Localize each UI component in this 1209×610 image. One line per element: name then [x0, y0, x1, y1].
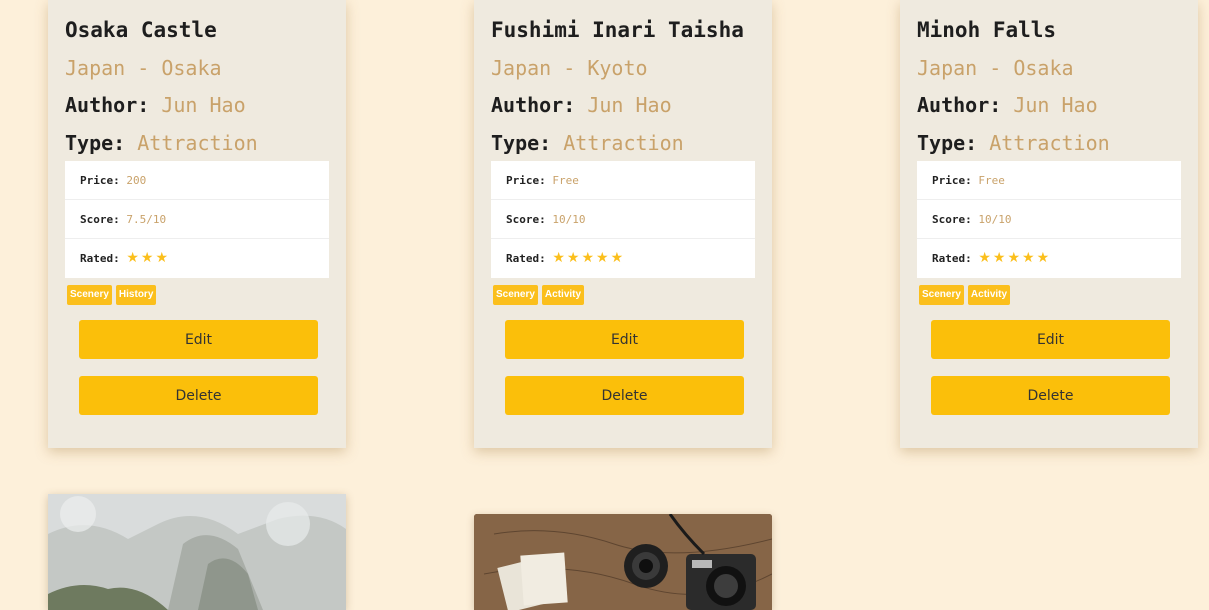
- price-label: Price:: [506, 174, 546, 187]
- star-rating-icon: ★★★: [126, 250, 171, 266]
- star-rating-icon: ★★★★★: [552, 250, 626, 266]
- tag-badge: Scenery: [67, 285, 112, 305]
- camera-map-image: [474, 514, 772, 610]
- card-info-list: Price: 200 Score: 7.5/10 Rated: ★★★: [65, 161, 329, 278]
- score-row: Score: 7.5/10: [65, 200, 329, 239]
- card-author: Author: Jun Hao: [65, 93, 246, 117]
- author-label: Author:: [491, 93, 576, 117]
- rated-label: Rated:: [506, 252, 546, 265]
- edit-button[interactable]: Edit: [931, 320, 1170, 359]
- tag-badge: History: [115, 285, 157, 305]
- score-label: Score:: [80, 213, 120, 226]
- score-value: 10/10: [978, 213, 1012, 226]
- type-label: Type:: [491, 131, 552, 155]
- edit-button[interactable]: Edit: [505, 320, 744, 359]
- attraction-photo-snowy-rocks[interactable]: [48, 494, 346, 610]
- tag-badge: Scenery: [493, 285, 538, 305]
- score-row: Score: 10/10: [917, 200, 1181, 239]
- card-author: Author: Jun Hao: [917, 93, 1098, 117]
- tag-list: Scenery Activity: [919, 285, 1011, 305]
- author-value: Jun Hao: [587, 93, 672, 117]
- type-value: Attraction: [563, 131, 684, 155]
- star-rating-icon: ★★★★★: [978, 250, 1052, 266]
- tag-list: Scenery Activity: [493, 285, 585, 305]
- card-location: Japan - Osaka: [917, 56, 1074, 80]
- card-title: Osaka Castle: [65, 18, 217, 42]
- edit-button[interactable]: Edit: [79, 320, 318, 359]
- type-label: Type:: [917, 131, 978, 155]
- snowy-rocks-image: [48, 494, 346, 610]
- price-value: Free: [978, 174, 1005, 187]
- price-row: Price: Free: [491, 161, 755, 200]
- rated-row: Rated: ★★★★★: [491, 239, 755, 278]
- tag-list: Scenery History: [67, 285, 157, 305]
- attraction-card-minoh-falls: Minoh Falls Japan - Osaka Author: Jun Ha…: [900, 0, 1198, 448]
- rated-label: Rated:: [932, 252, 972, 265]
- card-title: Fushimi Inari Taisha: [491, 18, 744, 42]
- delete-button[interactable]: Delete: [505, 376, 744, 415]
- price-label: Price:: [932, 174, 972, 187]
- attraction-card-fushimi-inari: Fushimi Inari Taisha Japan - Kyoto Autho…: [474, 0, 772, 448]
- attraction-photo-camera-map[interactable]: [474, 514, 772, 610]
- card-info-list: Price: Free Score: 10/10 Rated: ★★★★★: [917, 161, 1181, 278]
- card-type: Type: Attraction: [491, 131, 684, 155]
- card-author: Author: Jun Hao: [491, 93, 672, 117]
- attraction-card-osaka-castle: Osaka Castle Japan - Osaka Author: Jun H…: [48, 0, 346, 448]
- delete-button[interactable]: Delete: [931, 376, 1170, 415]
- price-row: Price: 200: [65, 161, 329, 200]
- tag-badge: Activity: [967, 285, 1011, 305]
- type-value: Attraction: [137, 131, 258, 155]
- score-label: Score:: [932, 213, 972, 226]
- author-value: Jun Hao: [161, 93, 246, 117]
- card-title: Minoh Falls: [917, 18, 1057, 42]
- tag-badge: Scenery: [919, 285, 964, 305]
- card-location: Japan - Kyoto: [491, 56, 648, 80]
- score-value: 10/10: [552, 213, 586, 226]
- score-label: Score:: [506, 213, 546, 226]
- rated-row: Rated: ★★★★★: [917, 239, 1181, 278]
- author-value: Jun Hao: [1013, 93, 1098, 117]
- price-row: Price: Free: [917, 161, 1181, 200]
- author-label: Author:: [917, 93, 1002, 117]
- price-value: Free: [552, 174, 579, 187]
- card-info-list: Price: Free Score: 10/10 Rated: ★★★★★: [491, 161, 755, 278]
- delete-button[interactable]: Delete: [79, 376, 318, 415]
- type-value: Attraction: [989, 131, 1110, 155]
- score-value: 7.5/10: [126, 213, 167, 226]
- card-location: Japan - Osaka: [65, 56, 222, 80]
- rated-label: Rated:: [80, 252, 120, 265]
- rated-row: Rated: ★★★: [65, 239, 329, 278]
- score-row: Score: 10/10: [491, 200, 755, 239]
- author-label: Author:: [65, 93, 150, 117]
- type-label: Type:: [65, 131, 126, 155]
- card-type: Type: Attraction: [917, 131, 1110, 155]
- card-type: Type: Attraction: [65, 131, 258, 155]
- tag-badge: Activity: [541, 285, 585, 305]
- price-label: Price:: [80, 174, 120, 187]
- price-value: 200: [126, 174, 147, 187]
